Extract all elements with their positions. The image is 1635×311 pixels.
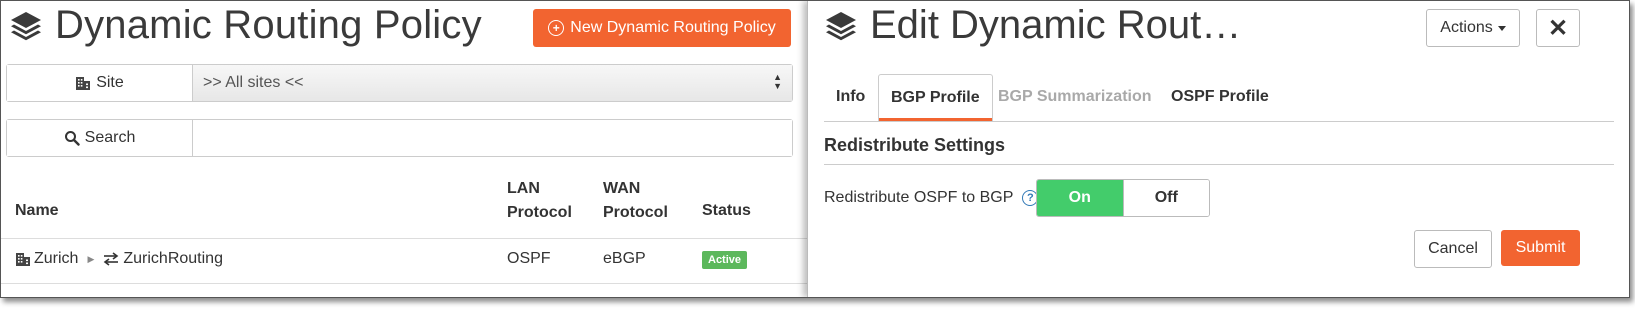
redistribute-ospf-label-row: Redistribute OSPF to BGP ? [824, 189, 1039, 207]
select-arrows-icon: ▲ ▼ [773, 72, 782, 91]
redistribute-ospf-label: Redistribute OSPF to BGP [824, 189, 1014, 206]
page-title: Dynamic Routing Policy [9, 3, 482, 48]
row-wan-protocol: eBGP [603, 250, 646, 267]
exchange-arrows-icon [104, 252, 119, 266]
edit-panel-title-text: Edit Dynamic Rout… [870, 3, 1242, 47]
site-select-value: >> All sites << [203, 74, 304, 91]
lan-header-line1: LAN [507, 180, 540, 197]
site-filter-label: Site [7, 65, 193, 101]
new-button-label: New Dynamic Routing Policy [570, 19, 776, 36]
tab-bar: Info BGP Profile BGP Summarization OSPF … [824, 74, 1614, 122]
layers-icon [11, 11, 41, 40]
submit-button[interactable]: Submit [1501, 230, 1580, 266]
search-icon [64, 131, 80, 146]
new-dynamic-routing-policy-button[interactable]: + New Dynamic Routing Policy [533, 9, 791, 47]
policy-name-cell: Zurich ▶ ZurichRouting [15, 250, 223, 268]
plus-circle-icon: + [548, 20, 565, 36]
column-header-status[interactable]: Status [702, 199, 751, 223]
actions-dropdown-button[interactable]: Actions [1426, 9, 1520, 47]
wan-header-line2: Protocol [603, 204, 668, 221]
page-title-text: Dynamic Routing Policy [55, 3, 482, 47]
layers-icon [826, 11, 856, 40]
site-label: Site [96, 74, 124, 91]
search-filter-label: Search [7, 120, 193, 156]
tab-bgp-profile[interactable]: BGP Profile [878, 74, 993, 121]
chevron-right-icon: ▶ [87, 253, 95, 264]
table-header: Name LAN Protocol WAN Protocol Status [1, 180, 807, 239]
screenshot-frame: Dynamic Routing Policy + New Dynamic Rou… [0, 0, 1630, 298]
lan-header-line2: Protocol [507, 204, 572, 221]
status-badge: Active [702, 251, 748, 269]
tab-bgp-summarization[interactable]: BGP Summarization [986, 74, 1164, 119]
caret-down-icon [1497, 25, 1506, 31]
column-header-wan-protocol[interactable]: WAN Protocol [603, 177, 668, 225]
column-header-name[interactable]: Name [15, 199, 59, 223]
toggle-on-option[interactable]: On [1037, 180, 1123, 216]
edit-panel-title: Edit Dynamic Rout… [824, 3, 1241, 48]
site-filter: Site >> All sites << ▲ ▼ [6, 64, 793, 102]
redistribute-ospf-toggle: On Off [1036, 179, 1210, 217]
row-policy-name[interactable]: ZurichRouting [123, 250, 223, 268]
column-header-lan-protocol[interactable]: LAN Protocol [507, 177, 572, 225]
building-icon [16, 253, 30, 266]
site-select[interactable]: >> All sites << ▲ ▼ [193, 65, 792, 101]
search-label: Search [84, 129, 136, 146]
search-filter: Search [6, 119, 793, 157]
close-button[interactable]: ✕ [1536, 9, 1580, 47]
actions-label: Actions [1440, 19, 1493, 36]
toggle-off-option[interactable]: Off [1122, 180, 1209, 216]
table-row[interactable]: Zurich ▶ ZurichRouting OSPF eBGP Active [1, 238, 807, 284]
edit-dynamic-routing-panel: Edit Dynamic Rout… Actions ✕ Info BGP Pr… [807, 1, 1629, 297]
row-status-cell: Active [702, 251, 748, 269]
wan-header-line1: WAN [603, 180, 641, 197]
close-icon: ✕ [1547, 14, 1569, 42]
redistribute-settings-heading: Redistribute Settings [824, 135, 1614, 165]
tab-info[interactable]: Info [824, 74, 877, 119]
row-lan-protocol: OSPF [507, 250, 551, 267]
search-input[interactable] [193, 120, 792, 156]
tab-ospf-profile[interactable]: OSPF Profile [1159, 74, 1281, 119]
dynamic-routing-policy-panel: Dynamic Routing Policy + New Dynamic Rou… [1, 1, 807, 297]
row-site-name[interactable]: Zurich [34, 250, 78, 268]
cancel-button[interactable]: Cancel [1414, 230, 1492, 268]
building-icon [76, 77, 91, 90]
